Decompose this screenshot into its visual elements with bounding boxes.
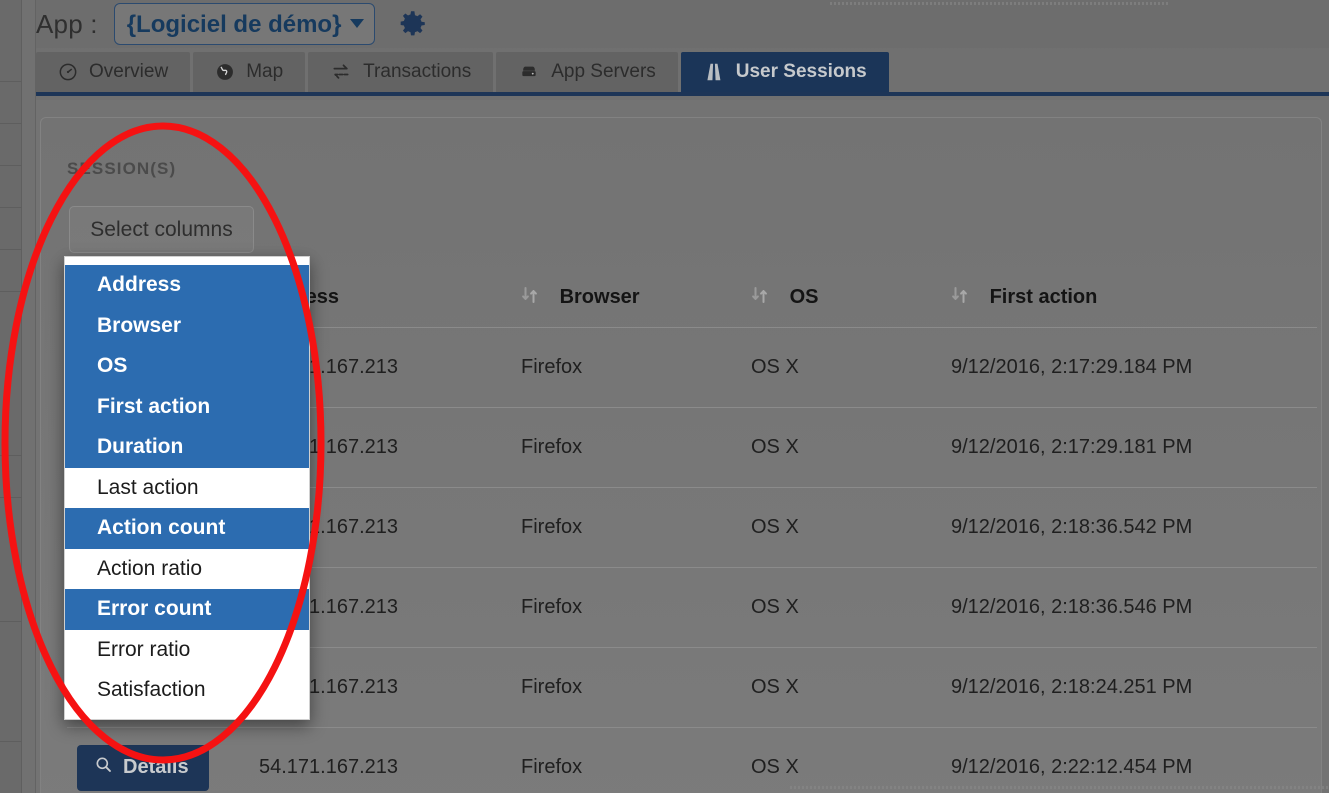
cell-os: OS X — [751, 516, 799, 538]
tab-label: User Sessions — [735, 61, 867, 82]
details-button-label: Details — [123, 755, 189, 778]
sort-updown-icon[interactable] — [951, 285, 968, 311]
tab-label: Map — [246, 61, 284, 82]
tab-label: Transactions — [363, 61, 472, 82]
rail-segment — [0, 124, 22, 166]
app-selector[interactable]: {Logiciel de démo} — [113, 3, 376, 45]
app-selector-value: {Logiciel de démo} — [126, 11, 342, 38]
cell-first: 9/12/2016, 2:18:36.546 PM — [951, 596, 1193, 618]
th-first-action-label: First action — [989, 285, 1098, 308]
app-label: App : — [36, 8, 98, 39]
transfer-icon — [330, 62, 352, 82]
dropdown-item-label: Action count — [97, 516, 226, 539]
dropdown-item-address[interactable]: Address — [65, 265, 309, 306]
server-icon — [518, 62, 540, 82]
select-columns-label: Select columns — [90, 217, 233, 241]
globe-icon — [215, 62, 235, 82]
tab-map[interactable]: Map — [193, 52, 306, 92]
gauge-icon — [58, 62, 78, 82]
dropdown-item-satisfaction[interactable]: Satisfaction — [65, 670, 309, 711]
cell-first: 9/12/2016, 2:22:12.454 PM — [951, 756, 1193, 778]
dropdown-item-os[interactable]: OS — [65, 346, 309, 387]
rail-segment — [0, 456, 22, 498]
dropdown-item-label: Satisfaction — [97, 678, 206, 701]
dropdown-item-label: Error ratio — [97, 637, 191, 661]
rail-segment — [0, 250, 22, 292]
dropdown-item-label: Last action — [97, 475, 199, 499]
table-row[interactable]: Details 54.171.167.213 Firefox OS X 9/12/201… — [67, 728, 1317, 793]
tab-user-sessions[interactable]: User Sessions — [680, 52, 889, 92]
tab-transactions[interactable]: Transactions — [308, 52, 494, 92]
rail-segment — [0, 82, 22, 124]
th-os[interactable]: OS — [751, 285, 951, 311]
dropdown-item-label: Address — [97, 273, 182, 296]
left-rail-secondary — [22, 0, 36, 793]
rail-segment — [0, 414, 22, 456]
screen-root: App : {Logiciel de démo} Overview Map Tr… — [0, 0, 1329, 793]
dropdown-item-label: Browser — [97, 313, 182, 337]
dropdown-item-last-action[interactable]: Last action — [65, 467, 309, 508]
dropdown-item-label: First action — [97, 394, 211, 418]
dropdown-item-action-ratio[interactable]: Action ratio — [65, 548, 309, 589]
cell-first: 9/12/2016, 2:18:24.251 PM — [951, 676, 1193, 698]
sort-updown-icon[interactable] — [521, 285, 538, 311]
main-tabbar: Overview Map Transactions App Servers Us… — [36, 52, 1329, 96]
cell-browser: Firefox — [521, 516, 583, 538]
left-rail — [0, 0, 22, 793]
chevron-down-icon — [350, 19, 365, 28]
dropdown-item-label: Duration — [97, 435, 184, 458]
cell-os: OS X — [751, 596, 799, 618]
cell-browser: Firefox — [521, 436, 583, 458]
dropdown-item-first-action[interactable]: First action — [65, 386, 309, 427]
rail-segment — [0, 580, 22, 622]
cell-browser: Firefox — [521, 356, 583, 378]
tab-label: App Servers — [551, 61, 656, 82]
sort-updown-icon[interactable] — [751, 285, 768, 311]
dropdown-list: Address Browser OS First action Duration Last… — [65, 265, 309, 711]
dropdown-item-label: Action ratio — [97, 556, 203, 580]
cell-browser: Firefox — [521, 676, 583, 698]
gear-icon — [401, 11, 426, 36]
tab-overview[interactable]: Overview — [36, 52, 191, 92]
page-title: SESSION(S) — [67, 159, 177, 178]
cell-os: OS X — [751, 436, 799, 458]
th-browser-label: Browser — [559, 285, 640, 308]
cell-first: 9/12/2016, 2:18:36.542 PM — [951, 516, 1193, 538]
search-icon — [94, 755, 113, 780]
dropdown-item-label: OS — [97, 354, 128, 377]
cell-os: OS X — [751, 676, 799, 698]
cell-address: 54.171.167.213 — [259, 756, 399, 778]
tab-app-servers[interactable]: App Servers — [496, 52, 678, 92]
select-columns-button[interactable]: Select columns — [69, 206, 254, 253]
cell-os: OS X — [751, 356, 799, 378]
cell-browser: Firefox — [521, 756, 583, 778]
cell-first: 9/12/2016, 2:17:29.184 PM — [951, 356, 1193, 378]
cell-os: OS X — [751, 756, 799, 778]
dropdown-item-error-ratio[interactable]: Error ratio — [65, 629, 309, 670]
road-icon — [703, 61, 725, 83]
rail-segment — [0, 208, 22, 250]
rail-segment — [0, 700, 22, 742]
scroll-hint — [790, 786, 1329, 789]
th-os-label: OS — [789, 285, 819, 308]
dropdown-item-label: Error count — [97, 597, 212, 620]
scroll-hint — [830, 2, 1170, 5]
cell-first: 9/12/2016, 2:17:29.181 PM — [951, 436, 1193, 458]
dropdown-item-duration[interactable]: Duration — [65, 427, 309, 468]
th-browser[interactable]: Browser — [521, 285, 751, 311]
dropdown-item-action-count[interactable]: Action count — [65, 508, 309, 549]
tab-label: Overview — [89, 61, 169, 82]
th-first-action[interactable]: First action — [951, 285, 1311, 311]
dropdown-item-error-count[interactable]: Error count — [65, 589, 309, 630]
select-columns-dropdown[interactable]: Address Browser OS First action Duration Last… — [64, 256, 310, 720]
rail-segment — [0, 40, 22, 82]
settings-button[interactable] — [395, 7, 429, 41]
cell-browser: Firefox — [521, 596, 583, 618]
cell-details: Details — [67, 744, 259, 791]
app-header: App : {Logiciel de démo} — [36, 0, 1329, 48]
dropdown-item-browser[interactable]: Browser — [65, 305, 309, 346]
details-button[interactable]: Details — [77, 744, 209, 791]
rail-segment — [0, 166, 22, 208]
